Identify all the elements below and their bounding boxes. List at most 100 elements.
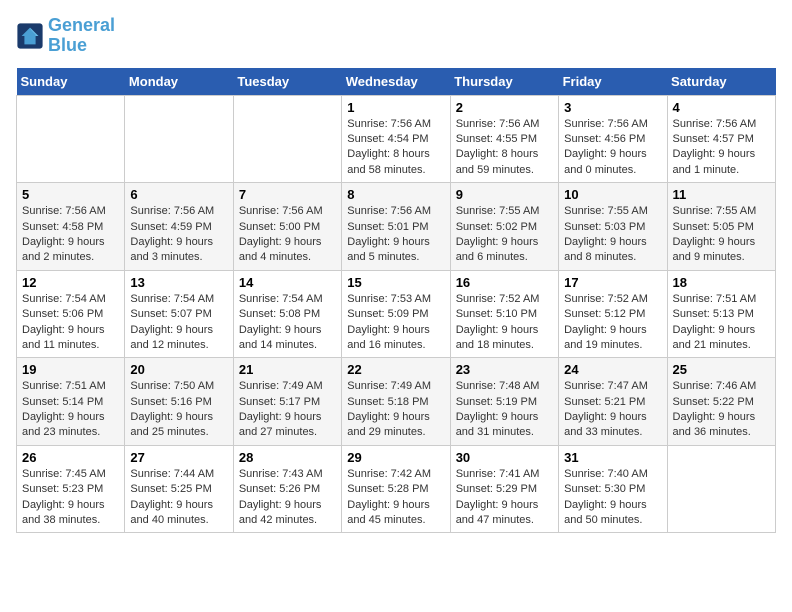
calendar-cell: 10 Sunrise: 7:55 AMSunset: 5:03 PMDayligh… (559, 183, 667, 271)
calendar-week-row: 12 Sunrise: 7:54 AMSunset: 5:06 PMDayligh… (17, 270, 776, 358)
calendar-cell: 4 Sunrise: 7:56 AMSunset: 4:57 PMDaylight… (667, 95, 775, 183)
day-number: 10 (564, 187, 661, 202)
calendar-cell: 17 Sunrise: 7:52 AMSunset: 5:12 PMDayligh… (559, 270, 667, 358)
calendar-cell: 19Sunrise: 7:51 AMSunset: 5:14 PMDayligh… (17, 358, 125, 446)
calendar-cell (17, 95, 125, 183)
day-info: Sunrise: 7:56 AMSunset: 4:55 PMDaylight:… (456, 117, 553, 179)
weekday-header: Wednesday (342, 68, 450, 96)
day-info: Sunrise: 7:43 AMSunset: 5:26 PMDaylight:… (239, 467, 336, 529)
calendar-cell: 15Sunrise: 7:53 AMSunset: 5:09 PMDayligh… (342, 270, 450, 358)
day-info: Sunrise: 7:52 AMSunset: 5:10 PMDaylight:… (456, 292, 553, 354)
calendar-cell: 8 Sunrise: 7:56 AMSunset: 5:01 PMDaylight… (342, 183, 450, 271)
day-info: Sunrise: 7:49 AMSunset: 5:18 PMDaylight:… (347, 379, 444, 441)
day-info: Sunrise: 7:56 AMSunset: 4:57 PMDaylight:… (673, 117, 770, 179)
calendar-cell: 2 Sunrise: 7:56 AMSunset: 4:55 PMDaylight… (450, 95, 558, 183)
calendar-cell: 28 Sunrise: 7:43 AMSunset: 5:26 PMDayligh… (233, 445, 341, 533)
day-info: Sunrise: 7:55 AMSunset: 5:05 PMDaylight:… (673, 204, 770, 266)
day-number: 30 (456, 450, 553, 465)
day-info: Sunrise: 7:55 AMSunset: 5:02 PMDaylight:… (456, 204, 553, 266)
calendar-cell: 13 Sunrise: 7:54 AMSunset: 5:07 PMDayligh… (125, 270, 233, 358)
calendar-cell: 20Sunrise: 7:50 AMSunset: 5:16 PMDayligh… (125, 358, 233, 446)
day-number: 8 (347, 187, 444, 202)
weekday-header: Monday (125, 68, 233, 96)
day-info: Sunrise: 7:56 AMSunset: 4:54 PMDaylight:… (347, 117, 444, 179)
day-info: Sunrise: 7:54 AMSunset: 5:07 PMDaylight:… (130, 292, 227, 354)
day-info: Sunrise: 7:52 AMSunset: 5:12 PMDaylight:… (564, 292, 661, 354)
calendar-cell: 26 Sunrise: 7:45 AMSunset: 5:23 PMDayligh… (17, 445, 125, 533)
calendar-cell: 3 Sunrise: 7:56 AMSunset: 4:56 PMDaylight… (559, 95, 667, 183)
logo-name: General Blue (48, 16, 115, 56)
day-number: 26 (22, 450, 119, 465)
day-info: Sunrise: 7:49 AMSunset: 5:17 PMDaylight:… (239, 379, 336, 441)
day-info: Sunrise: 7:55 AMSunset: 5:03 PMDaylight:… (564, 204, 661, 266)
day-info: Sunrise: 7:47 AMSunset: 5:21 PMDaylight:… (564, 379, 661, 441)
calendar-cell: 21 Sunrise: 7:49 AMSunset: 5:17 PMDayligh… (233, 358, 341, 446)
day-info: Sunrise: 7:42 AMSunset: 5:28 PMDaylight:… (347, 467, 444, 529)
day-number: 31 (564, 450, 661, 465)
day-info: Sunrise: 7:56 AMSunset: 5:01 PMDaylight:… (347, 204, 444, 266)
day-number: 28 (239, 450, 336, 465)
day-info: Sunrise: 7:45 AMSunset: 5:23 PMDaylight:… (22, 467, 119, 529)
weekday-header: Tuesday (233, 68, 341, 96)
calendar-cell: 29 Sunrise: 7:42 AMSunset: 5:28 PMDayligh… (342, 445, 450, 533)
day-number: 12 (22, 275, 119, 290)
day-number: 14 (239, 275, 336, 290)
calendar-cell: 11 Sunrise: 7:55 AMSunset: 5:05 PMDayligh… (667, 183, 775, 271)
day-number: 25 (673, 362, 770, 377)
day-info: Sunrise: 7:53 AMSunset: 5:09 PMDaylight:… (347, 292, 444, 354)
day-number: 2 (456, 100, 553, 115)
calendar-cell: 14Sunrise: 7:54 AMSunset: 5:08 PMDayligh… (233, 270, 341, 358)
day-number: 17 (564, 275, 661, 290)
day-number: 11 (673, 187, 770, 202)
day-number: 27 (130, 450, 227, 465)
day-number: 9 (456, 187, 553, 202)
day-info: Sunrise: 7:51 AMSunset: 5:14 PMDaylight:… (22, 379, 119, 441)
day-number: 5 (22, 187, 119, 202)
day-info: Sunrise: 7:56 AMSunset: 4:59 PMDaylight:… (130, 204, 227, 266)
day-info: Sunrise: 7:56 AMSunset: 5:00 PMDaylight:… (239, 204, 336, 266)
day-number: 7 (239, 187, 336, 202)
day-number: 13 (130, 275, 227, 290)
day-info: Sunrise: 7:44 AMSunset: 5:25 PMDaylight:… (130, 467, 227, 529)
calendar-cell: 18 Sunrise: 7:51 AMSunset: 5:13 PMDayligh… (667, 270, 775, 358)
calendar-cell: 6 Sunrise: 7:56 AMSunset: 4:59 PMDaylight… (125, 183, 233, 271)
day-number: 21 (239, 362, 336, 377)
weekday-header: Friday (559, 68, 667, 96)
calendar-cell (233, 95, 341, 183)
day-info: Sunrise: 7:40 AMSunset: 5:30 PMDaylight:… (564, 467, 661, 529)
calendar-week-row: 26 Sunrise: 7:45 AMSunset: 5:23 PMDayligh… (17, 445, 776, 533)
day-info: Sunrise: 7:54 AMSunset: 5:06 PMDaylight:… (22, 292, 119, 354)
day-number: 1 (347, 100, 444, 115)
calendar-cell: 5Sunrise: 7:56 AMSunset: 4:58 PMDaylight… (17, 183, 125, 271)
day-number: 3 (564, 100, 661, 115)
calendar-cell (667, 445, 775, 533)
day-info: Sunrise: 7:51 AMSunset: 5:13 PMDaylight:… (673, 292, 770, 354)
day-number: 6 (130, 187, 227, 202)
calendar-week-row: 19Sunrise: 7:51 AMSunset: 5:14 PMDayligh… (17, 358, 776, 446)
calendar-table: SundayMondayTuesdayWednesdayThursdayFrid… (16, 68, 776, 534)
calendar-week-row: 5Sunrise: 7:56 AMSunset: 4:58 PMDaylight… (17, 183, 776, 271)
calendar-cell: 22 Sunrise: 7:49 AMSunset: 5:18 PMDayligh… (342, 358, 450, 446)
day-number: 20 (130, 362, 227, 377)
day-info: Sunrise: 7:48 AMSunset: 5:19 PMDaylight:… (456, 379, 553, 441)
calendar-cell: 31 Sunrise: 7:40 AMSunset: 5:30 PMDayligh… (559, 445, 667, 533)
weekday-header: Sunday (17, 68, 125, 96)
day-number: 29 (347, 450, 444, 465)
day-info: Sunrise: 7:56 AMSunset: 4:56 PMDaylight:… (564, 117, 661, 179)
logo: General Blue (16, 16, 115, 56)
header: General Blue (16, 16, 776, 56)
calendar-cell: 7 Sunrise: 7:56 AMSunset: 5:00 PMDaylight… (233, 183, 341, 271)
day-number: 16 (456, 275, 553, 290)
day-info: Sunrise: 7:46 AMSunset: 5:22 PMDaylight:… (673, 379, 770, 441)
day-number: 23 (456, 362, 553, 377)
day-number: 18 (673, 275, 770, 290)
calendar-cell: 30Sunrise: 7:41 AMSunset: 5:29 PMDayligh… (450, 445, 558, 533)
day-number: 4 (673, 100, 770, 115)
weekday-header: Saturday (667, 68, 775, 96)
calendar-cell (125, 95, 233, 183)
day-number: 22 (347, 362, 444, 377)
calendar-cell: 9 Sunrise: 7:55 AMSunset: 5:02 PMDaylight… (450, 183, 558, 271)
calendar-cell: 27 Sunrise: 7:44 AMSunset: 5:25 PMDayligh… (125, 445, 233, 533)
calendar-week-row: 1 Sunrise: 7:56 AMSunset: 4:54 PMDaylight… (17, 95, 776, 183)
calendar-cell: 1 Sunrise: 7:56 AMSunset: 4:54 PMDaylight… (342, 95, 450, 183)
